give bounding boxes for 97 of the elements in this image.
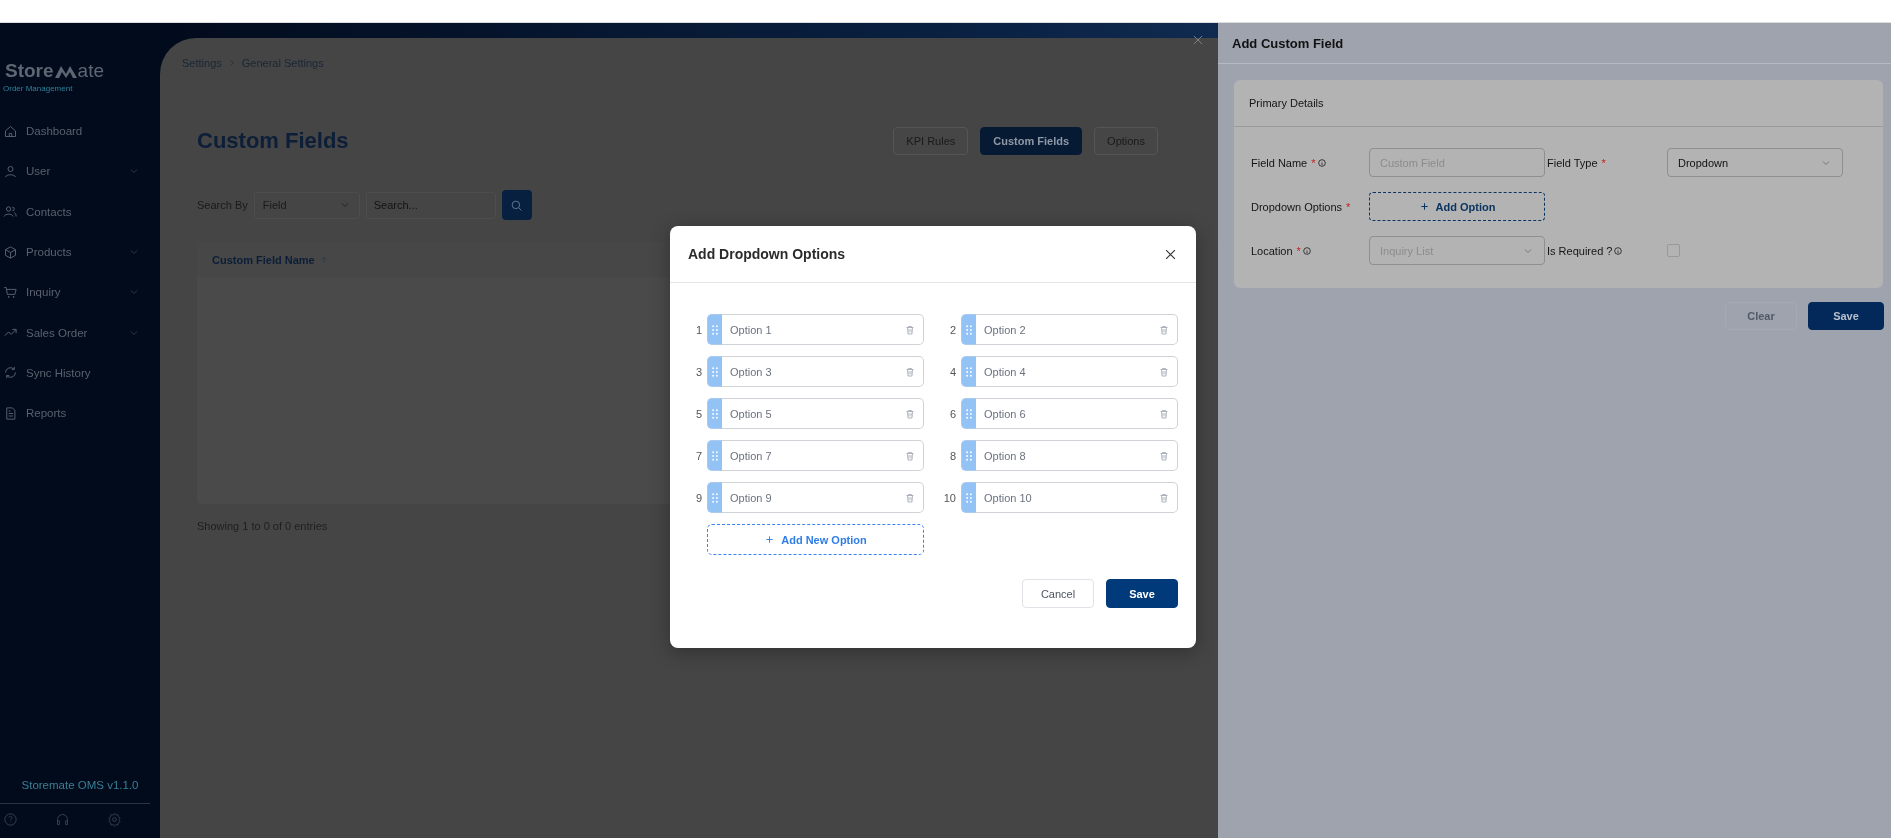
field-label: Is Required ? <box>1547 244 1613 257</box>
option-input[interactable]: Option 1 <box>722 314 924 345</box>
help-icon[interactable] <box>3 812 18 827</box>
logo: Store ate <box>4 60 105 82</box>
option-input[interactable]: Option 5 <box>722 398 924 429</box>
drag-handle-icon[interactable] <box>712 492 718 503</box>
drag-handle-icon[interactable] <box>966 492 972 503</box>
logo-subtitle: Order Management <box>2 84 74 93</box>
search-button[interactable] <box>501 190 532 220</box>
save-button[interactable]: Save <box>1106 579 1178 608</box>
add-option-button[interactable]: Add Option <box>1369 192 1545 221</box>
plus-icon <box>764 534 776 545</box>
drag-handle-icon[interactable] <box>712 450 718 461</box>
nav-item[interactable]: User <box>0 151 160 192</box>
option-number: 10 <box>942 491 956 504</box>
nav-item[interactable]: Products <box>0 231 160 273</box>
nav-item[interactable]: Dashboard <box>0 111 160 152</box>
settings-icon[interactable] <box>107 812 122 827</box>
nav-icon <box>3 405 18 421</box>
required-marker: * <box>1311 156 1316 169</box>
drag-handle[interactable] <box>961 314 976 345</box>
drag-handle-icon[interactable] <box>712 324 718 335</box>
add-new-option-button[interactable]: Add New Option <box>707 524 924 555</box>
required-marker: * <box>1296 244 1301 257</box>
option-number: 6 <box>948 407 956 420</box>
option-input[interactable]: Option 9 <box>722 482 924 513</box>
drag-handle[interactable] <box>707 314 722 345</box>
version-label: Storemate OMS v1.1.0 <box>20 779 140 793</box>
trash-icon[interactable] <box>904 365 916 378</box>
option-input[interactable]: Option 7 <box>722 440 924 471</box>
nav-icon <box>3 284 18 300</box>
field-label: Dropdown Options <box>1251 200 1343 213</box>
option-number: 5 <box>694 407 702 420</box>
nav-item[interactable]: Sync History <box>0 352 160 394</box>
drag-handle[interactable] <box>707 440 722 471</box>
drag-handle-icon[interactable] <box>712 366 718 377</box>
required-marker: * <box>1346 200 1351 213</box>
option-input[interactable]: Option 10 <box>976 482 1178 513</box>
nav-icon <box>3 244 18 260</box>
drag-handle[interactable] <box>961 398 976 429</box>
nav-icon <box>3 123 18 139</box>
drag-handle-icon[interactable] <box>966 450 972 461</box>
save-button[interactable]: Save <box>1808 302 1884 330</box>
field-label: Location <box>1251 244 1293 257</box>
option-number: 9 <box>694 491 702 504</box>
option-input[interactable]: Option 6 <box>976 398 1178 429</box>
drag-handle[interactable] <box>961 482 976 513</box>
trash-icon[interactable] <box>904 407 916 420</box>
nav-item[interactable]: Contacts <box>0 191 160 232</box>
option-number: 8 <box>948 449 956 462</box>
trash-icon[interactable] <box>1158 449 1170 462</box>
nav-item[interactable]: Inquiry <box>0 272 160 313</box>
drag-handle-icon[interactable] <box>712 408 718 419</box>
nav-icon <box>3 204 18 220</box>
trash-icon[interactable] <box>1158 365 1170 378</box>
nav-icon <box>3 365 18 381</box>
option-input[interactable]: Option 3 <box>722 356 924 387</box>
option-input[interactable]: Option 8 <box>976 440 1178 471</box>
option-number: 7 <box>694 449 702 462</box>
clear-button[interactable]: Clear <box>1725 302 1797 330</box>
field-label: Field Name <box>1251 156 1308 169</box>
tab[interactable]: Custom Fields <box>980 127 1083 155</box>
plus-icon <box>1418 201 1430 212</box>
drag-handle-icon[interactable] <box>966 366 972 377</box>
nav-item[interactable]: Sales Order <box>0 312 160 353</box>
trash-icon[interactable] <box>904 449 916 462</box>
drag-handle[interactable] <box>707 356 722 387</box>
section-title: Primary Details <box>1234 80 1883 127</box>
drag-handle[interactable] <box>707 398 722 429</box>
trash-icon[interactable] <box>1158 323 1170 336</box>
trash-icon[interactable] <box>1158 491 1170 504</box>
field-label: Field Type <box>1547 156 1598 169</box>
headset-icon[interactable] <box>55 812 70 827</box>
drag-handle-icon[interactable] <box>966 408 972 419</box>
nav-item[interactable]: Reports <box>0 393 160 434</box>
page-title: Custom Fields <box>197 128 349 154</box>
drag-handle-icon[interactable] <box>966 324 972 335</box>
required-checkbox[interactable] <box>1667 244 1680 257</box>
option-number: 4 <box>948 365 956 378</box>
modal-title: Add Dropdown Options <box>688 246 846 262</box>
option-number: 2 <box>948 323 956 336</box>
required-marker: * <box>1601 156 1606 169</box>
nav-icon <box>3 163 18 179</box>
drag-handle[interactable] <box>707 482 722 513</box>
drag-handle[interactable] <box>961 440 976 471</box>
option-input[interactable]: Option 4 <box>976 356 1178 387</box>
trash-icon[interactable] <box>1158 407 1170 420</box>
option-number: 3 <box>694 365 702 378</box>
drag-handle[interactable] <box>961 356 976 387</box>
cancel-button[interactable]: Cancel <box>1022 579 1094 608</box>
option-input[interactable]: Option 2 <box>976 314 1178 345</box>
option-number: 1 <box>694 323 702 336</box>
select-field[interactable]: Dropdown <box>1667 148 1843 177</box>
sort-arrow-icon <box>318 254 329 265</box>
trash-icon[interactable] <box>904 491 916 504</box>
trash-icon[interactable] <box>904 323 916 336</box>
drawer-title: Add Custom Field <box>1218 23 1891 64</box>
